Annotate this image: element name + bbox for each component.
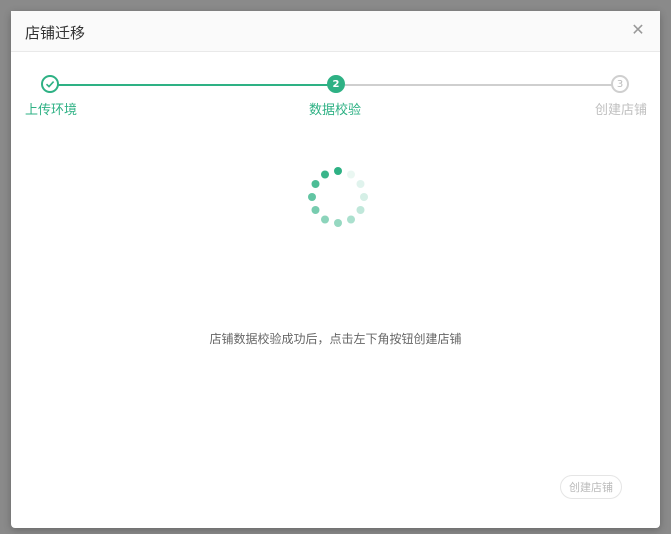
- step-connector-pending: [345, 84, 613, 86]
- step-label-data-validation: 数据校验: [309, 103, 362, 118]
- loading-spinner-icon: [308, 167, 368, 227]
- store-migration-modal: 店铺迁移 ✕ 2 3 上传环境 数据校验 创建店铺 店铺数据校验成功后，点击左下…: [11, 11, 660, 528]
- step-connector-done: [58, 84, 328, 86]
- progress-steps: 2 3 上传环境 数据校验 创建店铺: [11, 73, 660, 123]
- step-label-create-store: 创建店铺: [595, 103, 648, 118]
- step-1-check-icon: [41, 75, 59, 93]
- step-3-indicator: 3: [611, 75, 629, 93]
- modal-title: 店铺迁移: [25, 24, 86, 42]
- create-store-button[interactable]: 创建店铺: [560, 475, 622, 499]
- step-label-upload-env: 上传环境: [25, 103, 78, 118]
- close-icon[interactable]: ✕: [630, 22, 646, 38]
- validation-message: 店铺数据校验成功后，点击左下角按钮创建店铺: [209, 332, 462, 346]
- modal-header: 店铺迁移 ✕: [11, 11, 660, 52]
- step-2-indicator: 2: [327, 75, 345, 93]
